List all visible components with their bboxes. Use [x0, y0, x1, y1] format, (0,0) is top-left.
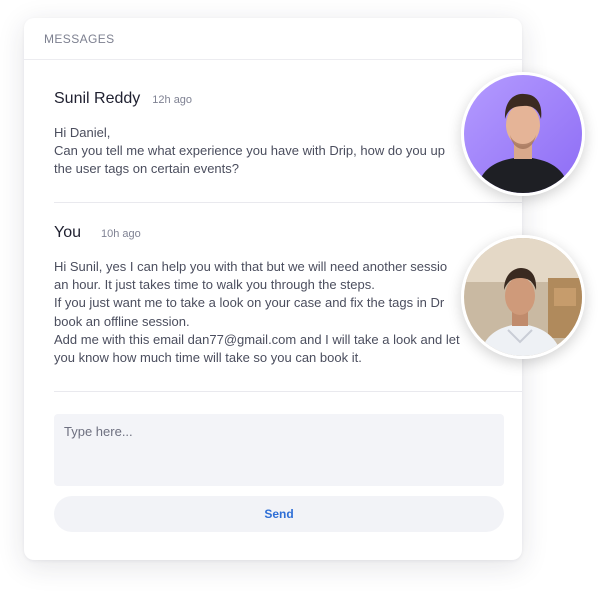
messages-card: MESSAGES Sunil Reddy 12h ago Hi Daniel, C… — [24, 18, 522, 560]
message-time: 12h ago — [152, 94, 193, 106]
message-body: Hi Daniel, Can you tell me what experienc… — [54, 124, 522, 179]
message-body: Hi Sunil, yes I can help you with that b… — [54, 258, 522, 367]
message-sender: You — [54, 224, 81, 241]
message-sender: Sunil Reddy — [54, 90, 141, 107]
message-line: the user tags on certain events? — [54, 161, 240, 177]
card-title: MESSAGES — [44, 32, 115, 46]
message-divider — [54, 202, 522, 203]
message-line: book an offline session. — [54, 313, 190, 329]
message-header: You 10h ago — [54, 224, 522, 242]
message-input[interactable] — [54, 414, 504, 486]
message-header: Sunil Reddy 12h ago — [54, 90, 522, 108]
message-item: Sunil Reddy 12h ago Hi Daniel, Can you te… — [54, 90, 522, 179]
avatar-sunil — [461, 72, 585, 196]
card-header: MESSAGES — [24, 18, 522, 60]
message-line: If you just want me to take a look on yo… — [54, 295, 445, 311]
avatar-daniel — [461, 235, 585, 359]
avatar-sunil-image — [464, 75, 582, 193]
message-line: Add me with this email dan77@gmail.com a… — [54, 331, 460, 347]
message-time: 10h ago — [101, 228, 141, 240]
message-line: you know how much time will take so you … — [54, 350, 362, 366]
send-button[interactable]: Send — [54, 496, 504, 532]
composer-divider — [54, 391, 522, 392]
message-line: Can you tell me what experience you have… — [54, 143, 445, 159]
avatar-daniel-image — [464, 238, 582, 356]
message-line: Hi Daniel, — [54, 125, 111, 140]
message-line: an hour. It just takes time to walk you … — [54, 277, 375, 293]
message-item: You 10h ago Hi Sunil, yes I can help you… — [54, 224, 522, 367]
message-line: Hi Sunil, yes I can help you with that b… — [54, 259, 448, 274]
